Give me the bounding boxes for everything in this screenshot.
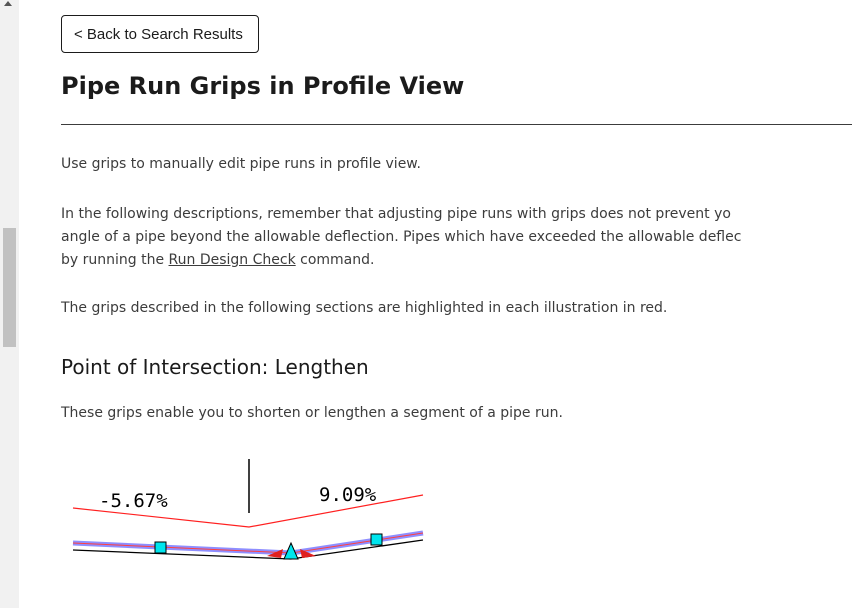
right-slope-label: 9.09% bbox=[319, 484, 377, 506]
grips-note-paragraph: The grips described in the following sec… bbox=[61, 300, 668, 316]
description-line-3-start: by running the bbox=[61, 252, 169, 268]
scroll-up-arrow-icon[interactable] bbox=[4, 1, 12, 6]
description-line-3-end: command. bbox=[295, 252, 375, 268]
right-segment-grip-icon bbox=[370, 533, 383, 546]
page-title: Pipe Run Grips in Profile View bbox=[61, 72, 465, 100]
section-heading: Point of Intersection: Lengthen bbox=[61, 355, 369, 379]
description-line-1: In the following descriptions, remember … bbox=[61, 206, 731, 222]
left-slope-label: -5.67% bbox=[99, 490, 168, 512]
section-paragraph: These grips enable you to shorten or len… bbox=[61, 405, 563, 421]
left-segment-grip-icon bbox=[154, 541, 167, 554]
vertical-scrollbar[interactable] bbox=[0, 0, 19, 608]
run-design-check-link[interactable]: Run Design Check bbox=[169, 252, 296, 268]
scrollbar-thumb[interactable] bbox=[3, 228, 16, 347]
back-to-search-results-button[interactable]: < Back to Search Results bbox=[61, 15, 259, 53]
title-divider bbox=[61, 124, 852, 125]
description-paragraph: In the following descriptions, remember … bbox=[61, 203, 741, 272]
pipe-run-grips-illustration: -5.67% 9.09% bbox=[72, 459, 424, 560]
intro-paragraph: Use grips to manually edit pipe runs in … bbox=[61, 156, 421, 172]
description-line-2: angle of a pipe beyond the allowable def… bbox=[61, 229, 742, 245]
